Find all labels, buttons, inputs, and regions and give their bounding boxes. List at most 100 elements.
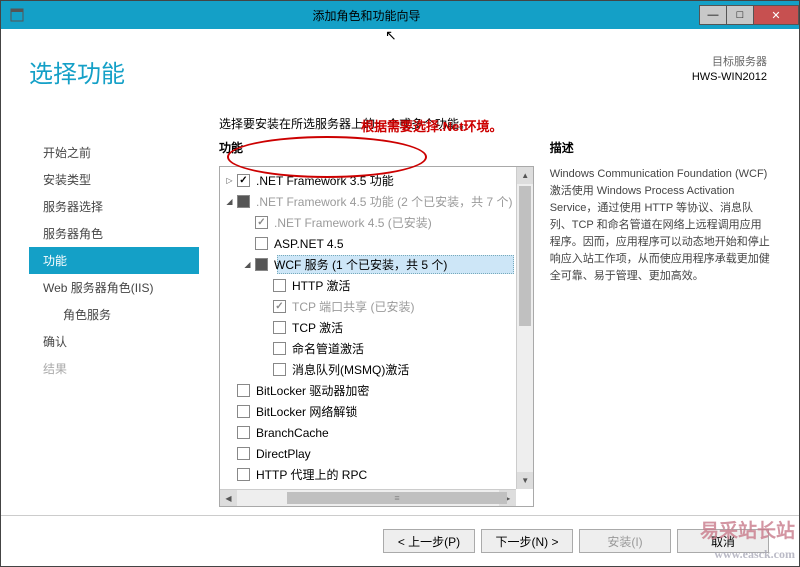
description-header: 描述 xyxy=(550,139,771,156)
tree-item-label: TCP 激活 xyxy=(292,319,343,336)
tree-item[interactable]: BranchCache xyxy=(220,422,516,443)
tree-item[interactable]: BitLocker 驱动器加密 xyxy=(220,380,516,401)
nav-confirmation[interactable]: 确认 xyxy=(29,328,199,355)
nav-before-you-begin[interactable]: 开始之前 xyxy=(29,139,199,166)
checkbox[interactable] xyxy=(237,468,250,481)
tree-item[interactable]: ◢WCF 服务 (1 个已安装，共 5 个) xyxy=(220,254,516,275)
nav-results: 结果 xyxy=(29,355,199,382)
checkbox[interactable] xyxy=(255,258,268,271)
nav-server-roles[interactable]: 服务器角色 xyxy=(29,220,199,247)
tree-item[interactable]: .NET Framework 4.5 (已安装) xyxy=(220,212,516,233)
tree-item[interactable]: DirectPlay xyxy=(220,443,516,464)
checkbox[interactable] xyxy=(255,237,268,250)
features-tree-container: ▷ .NET Framework 3.5 功能 ◢ .NET Framework 4.… xyxy=(219,166,534,507)
close-button[interactable]: ✕ xyxy=(753,5,799,25)
tree-item[interactable]: HTTP 代理上的 RPC xyxy=(220,464,516,485)
expander-spacer xyxy=(260,343,271,354)
tree-item-label: .NET Framework 3.5 功能 xyxy=(256,172,394,189)
checkbox[interactable] xyxy=(273,300,286,313)
expander-spacer xyxy=(242,238,253,249)
checkbox[interactable] xyxy=(255,216,268,229)
scrollbar-horizontal[interactable]: ◀ ▶ xyxy=(220,489,516,506)
expander-spacer xyxy=(260,301,271,312)
tree-item-label: TCP 端口共享 (已安装) xyxy=(292,298,414,315)
description-column: 描述 Windows Communication Foundation (WCF… xyxy=(550,139,771,507)
checkbox[interactable] xyxy=(237,405,250,418)
nav-web-server-role[interactable]: Web 服务器角色(IIS) xyxy=(29,274,199,301)
scroll-up-icon[interactable]: ▲ xyxy=(517,167,534,184)
features-tree[interactable]: ▷ .NET Framework 3.5 功能 ◢ .NET Framework 4.… xyxy=(220,167,516,489)
checkbox[interactable] xyxy=(273,321,286,334)
titlebar: 添加角色和功能向导 — □ ✕ xyxy=(1,1,799,29)
target-server-label: 目标服务器 xyxy=(692,55,767,70)
instruction-text: 选择要安装在所选服务器上的一个或多个功能。 xyxy=(219,115,471,132)
minimize-button[interactable]: — xyxy=(699,5,727,25)
checkbox[interactable] xyxy=(237,447,250,460)
target-server-name: HWS-WIN2012 xyxy=(692,70,767,85)
tree-item-label: DirectPlay xyxy=(256,447,311,461)
tree-item-label: HTTP 代理上的 RPC xyxy=(256,466,367,483)
scroll-track-v[interactable] xyxy=(517,184,533,472)
checkbox[interactable] xyxy=(237,195,250,208)
prev-button[interactable]: < 上一步(P) xyxy=(383,529,475,553)
tree-item-label: .NET Framework 4.5 功能 (2 个已安装，共 7 个) xyxy=(256,193,512,210)
expander-icon[interactable]: ▷ xyxy=(224,175,235,186)
scroll-track-h[interactable] xyxy=(237,490,499,506)
tree-item[interactable]: TCP 端口共享 (已安装) xyxy=(220,296,516,317)
checkbox[interactable] xyxy=(273,279,286,292)
expander-icon[interactable]: ◢ xyxy=(242,259,253,270)
window-controls: — □ ✕ xyxy=(700,5,799,25)
expander-spacer xyxy=(260,280,271,291)
checkbox[interactable] xyxy=(273,342,286,355)
scroll-left-icon[interactable]: ◀ xyxy=(220,490,237,507)
scroll-thumb-v[interactable] xyxy=(519,186,531,326)
checkbox[interactable] xyxy=(273,363,286,376)
tree-item[interactable]: ◢ .NET Framework 4.5 功能 (2 个已安装，共 7 个) xyxy=(220,191,516,212)
checkbox[interactable] xyxy=(237,174,250,187)
expander-spacer xyxy=(224,469,235,480)
next-button[interactable]: 下一步(N) > xyxy=(481,529,573,553)
tree-item[interactable]: ▷ .NET Framework 3.5 功能 xyxy=(220,170,516,191)
expander-spacer xyxy=(224,406,235,417)
tree-item-label: BitLocker 网络解锁 xyxy=(256,403,357,420)
tree-item[interactable]: 命名管道激活 xyxy=(220,338,516,359)
nav-installation-type[interactable]: 安装类型 xyxy=(29,166,199,193)
window-title: 添加角色和功能向导 xyxy=(33,7,700,24)
features-header: 功能 xyxy=(219,139,534,156)
checkbox[interactable] xyxy=(237,426,250,439)
tree-item[interactable]: HTTP 激活 xyxy=(220,275,516,296)
tree-item-label: 命名管道激活 xyxy=(292,340,364,357)
expander-spacer xyxy=(224,448,235,459)
main-area: 功能 ▷ .NET Framework 3.5 功能 ◢ .NET Framework… xyxy=(219,139,771,507)
expander-spacer xyxy=(224,427,235,438)
wizard-window: 添加角色和功能向导 — □ ✕ ↖ 选择功能 目标服务器 HWS-WIN2012… xyxy=(0,0,800,567)
features-column: 功能 ▷ .NET Framework 3.5 功能 ◢ .NET Framework… xyxy=(219,139,534,507)
wizard-sidebar: 开始之前 安装类型 服务器选择 服务器角色 功能 Web 服务器角色(IIS) … xyxy=(29,139,199,382)
tree-item-label: .NET Framework 4.5 (已安装) xyxy=(274,214,432,231)
scroll-down-icon[interactable]: ▼ xyxy=(517,472,534,489)
wizard-footer: < 上一步(P) 下一步(N) > 安装(I) 取消 xyxy=(1,516,799,566)
tree-item[interactable]: 消息队列(MSMQ)激活 xyxy=(220,359,516,380)
nav-role-services[interactable]: 角色服务 xyxy=(29,301,199,328)
tree-item[interactable]: BitLocker 网络解锁 xyxy=(220,401,516,422)
tree-item[interactable]: TCP 激活 xyxy=(220,317,516,338)
tree-item-label: 消息队列(MSMQ)激活 xyxy=(292,361,409,378)
install-button: 安装(I) xyxy=(579,529,671,553)
scroll-thumb-h[interactable] xyxy=(287,492,507,504)
checkbox[interactable] xyxy=(237,384,250,397)
maximize-button[interactable]: □ xyxy=(726,5,754,25)
tree-item-label: BranchCache xyxy=(256,426,329,440)
target-server-block: 目标服务器 HWS-WIN2012 xyxy=(692,55,767,86)
expander-spacer xyxy=(260,364,271,375)
nav-features[interactable]: 功能 xyxy=(29,247,199,274)
nav-server-selection[interactable]: 服务器选择 xyxy=(29,193,199,220)
tree-item-label: BitLocker 驱动器加密 xyxy=(256,382,369,399)
expander-icon[interactable]: ◢ xyxy=(224,196,235,207)
description-text: Windows Communication Foundation (WCF) 激… xyxy=(550,166,771,285)
scrollbar-vertical[interactable]: ▲ ▼ xyxy=(516,167,533,489)
cancel-button[interactable]: 取消 xyxy=(677,529,769,553)
expander-spacer xyxy=(224,385,235,396)
expander-spacer xyxy=(242,217,253,228)
app-icon xyxy=(7,5,27,25)
tree-item[interactable]: ASP.NET 4.5 xyxy=(220,233,516,254)
